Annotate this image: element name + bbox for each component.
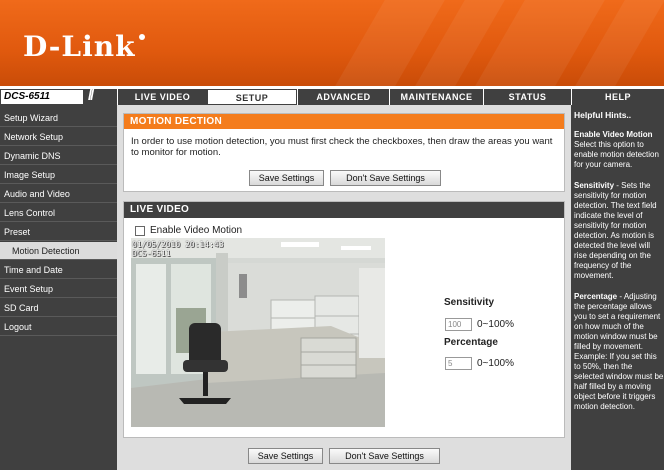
tab-live-video[interactable]: LIVE VIDEO bbox=[117, 89, 207, 105]
hint-enable-text: Select this option to enable motion dete… bbox=[574, 140, 659, 169]
motion-description: In order to use motion detection, you mu… bbox=[131, 136, 553, 158]
tab-advanced[interactable]: ADVANCED bbox=[297, 89, 389, 105]
enable-video-motion-label: Enable Video Motion bbox=[150, 225, 243, 236]
tab-help[interactable]: HELP bbox=[571, 89, 664, 105]
sidebar-item-dynamic-dns[interactable]: Dynamic DNS bbox=[0, 147, 117, 165]
sensitivity-label: Sensitivity bbox=[444, 297, 495, 308]
percentage-input[interactable] bbox=[445, 357, 472, 370]
camera-timestamp: 01/05/2010 20:14:43 bbox=[132, 240, 224, 249]
hints-title: Helpful Hints.. bbox=[574, 110, 632, 120]
camera-view[interactable]: 01/05/2010 20:14:43 DCS-6511 bbox=[131, 238, 385, 427]
sidebar-item-network-setup[interactable]: Network Setup bbox=[0, 128, 117, 146]
tab-status[interactable]: STATUS bbox=[483, 89, 571, 105]
percentage-range: 0~100% bbox=[477, 358, 514, 369]
helpful-hints-panel: Helpful Hints.. Enable Video Motion Sele… bbox=[571, 105, 664, 470]
camera-name-overlay: DCS-6511 bbox=[132, 249, 171, 258]
percentage-label: Percentage bbox=[444, 337, 498, 348]
hint-sensitivity-text: Sets the sensitivity for motion detectio… bbox=[574, 181, 657, 280]
hint-sensitivity-title: Sensitivity bbox=[574, 181, 615, 190]
hint-percentage-title: Percentage bbox=[574, 292, 618, 301]
dont-save-button[interactable]: Don't Save Settings bbox=[330, 170, 441, 186]
sensitivity-input[interactable] bbox=[445, 318, 472, 331]
enable-video-motion-checkbox[interactable] bbox=[135, 226, 145, 236]
sidebar-item-time-date[interactable]: Time and Date bbox=[0, 261, 117, 279]
model-label: DCS-6511 bbox=[0, 89, 84, 105]
camera-scene bbox=[131, 238, 385, 427]
dont-save-button-bottom[interactable]: Don't Save Settings bbox=[329, 448, 440, 464]
hint-enable-title: Enable Video Motion bbox=[574, 130, 653, 139]
tab-maintenance[interactable]: MAINTENANCE bbox=[389, 89, 483, 105]
sidebar-item-preset[interactable]: Preset bbox=[0, 223, 117, 241]
tab-setup[interactable]: SETUP bbox=[207, 89, 297, 105]
motion-detection-panel: MOTION DECTION In order to use motion de… bbox=[123, 113, 565, 192]
sidebar: Setup Wizard Network Setup Dynamic DNS I… bbox=[0, 105, 117, 470]
sidebar-item-setup-wizard[interactable]: Setup Wizard bbox=[0, 109, 117, 127]
slash-decoration: // bbox=[88, 87, 95, 104]
dlink-logo: D-Link bbox=[23, 30, 145, 63]
sidebar-item-lens-control[interactable]: Lens Control bbox=[0, 204, 117, 222]
sidebar-item-logout[interactable]: Logout bbox=[0, 318, 117, 336]
sidebar-item-image-setup[interactable]: Image Setup bbox=[0, 166, 117, 184]
sidebar-item-event-setup[interactable]: Event Setup bbox=[0, 280, 117, 298]
save-button[interactable]: Save Settings bbox=[249, 170, 324, 186]
sidebar-item-audio-video[interactable]: Audio and Video bbox=[0, 185, 117, 203]
panel-title: LIVE VIDEO bbox=[124, 202, 564, 218]
sidebar-item-motion-detection[interactable]: Motion Detection bbox=[0, 242, 117, 260]
hint-percentage-text: Adjusting the percentage allows you to s… bbox=[574, 292, 664, 411]
sidebar-item-sd-card[interactable]: SD Card bbox=[0, 299, 117, 317]
panel-title: MOTION DECTION bbox=[124, 114, 564, 129]
sensitivity-range: 0~100% bbox=[477, 319, 514, 330]
save-button-bottom[interactable]: Save Settings bbox=[248, 448, 323, 464]
